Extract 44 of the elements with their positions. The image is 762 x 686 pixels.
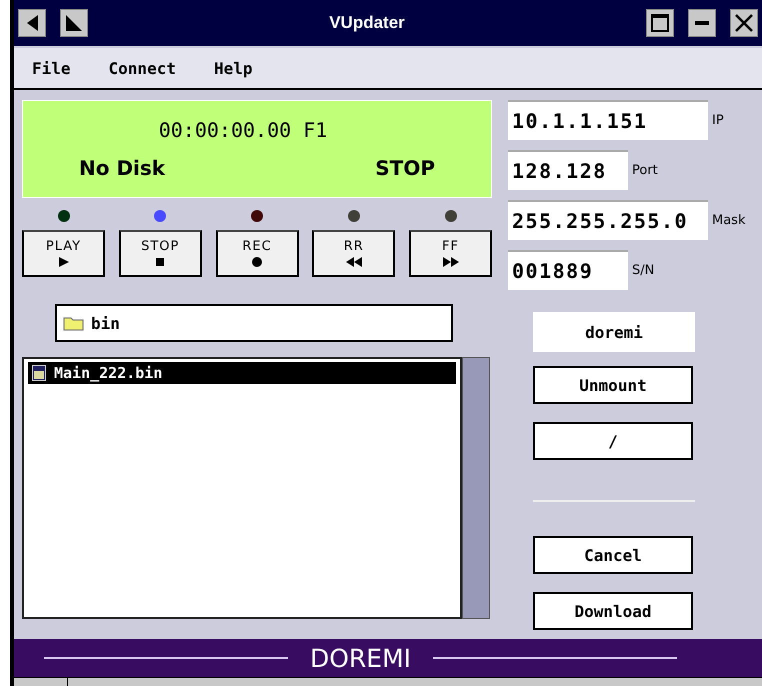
input-field[interactable]: 10.1.1.151 xyxy=(508,100,708,140)
maximize-icon xyxy=(650,14,669,32)
corner-triangle-icon xyxy=(66,15,82,31)
fast-forward-icon xyxy=(442,256,458,268)
transport-button[interactable]: FF xyxy=(409,230,492,277)
left-triangle-icon xyxy=(26,15,38,31)
input-field[interactable]: 255.255.255.0 xyxy=(508,200,708,240)
transport-button[interactable]: RR xyxy=(312,230,396,277)
minimize-icon xyxy=(694,21,709,25)
menu-item[interactable]: Help xyxy=(214,58,252,78)
timecode-text: 00:00:00.00 F1 xyxy=(158,118,328,142)
file-row[interactable]: Main_222.bin xyxy=(28,362,456,384)
input-field[interactable]: 001889 xyxy=(508,250,628,290)
menu-item[interactable]: Connect xyxy=(108,58,176,78)
action-button[interactable]: Download xyxy=(533,592,693,630)
field-label: S/N xyxy=(632,262,654,278)
folder-icon xyxy=(63,315,85,331)
menu-button[interactable] xyxy=(18,9,46,37)
action-button[interactable]: / xyxy=(533,422,693,460)
input-field[interactable]: 128.128 xyxy=(508,150,628,190)
file-icon xyxy=(32,365,46,381)
close-icon xyxy=(734,14,753,32)
transport-button[interactable]: PLAY xyxy=(22,230,105,277)
field-label: Port xyxy=(632,162,658,178)
folder-field[interactable]: bin xyxy=(55,304,453,342)
maximize-button[interactable] xyxy=(646,9,674,37)
transport-status-text: STOP xyxy=(375,156,435,180)
scrollbar[interactable] xyxy=(462,357,490,619)
field-label: IP xyxy=(712,112,724,128)
window-title: VUpdater xyxy=(329,13,405,33)
action-button[interactable]: Unmount xyxy=(533,366,693,404)
transport-button[interactable]: STOP xyxy=(118,230,202,277)
field-label: Mask xyxy=(712,212,746,228)
rewind-icon xyxy=(346,256,362,268)
disk-status-text: No Disk xyxy=(79,156,166,180)
record-icon xyxy=(249,256,265,268)
volume-label: doremi xyxy=(533,312,695,352)
menu-item[interactable]: File xyxy=(32,58,71,78)
brand-text: DOREMI xyxy=(310,644,412,672)
action-button[interactable]: Cancel xyxy=(533,536,693,574)
close-button[interactable] xyxy=(730,9,758,37)
corner-button[interactable] xyxy=(60,9,88,37)
minimize-button[interactable] xyxy=(688,9,716,37)
transport-button[interactable]: REC xyxy=(216,230,298,277)
